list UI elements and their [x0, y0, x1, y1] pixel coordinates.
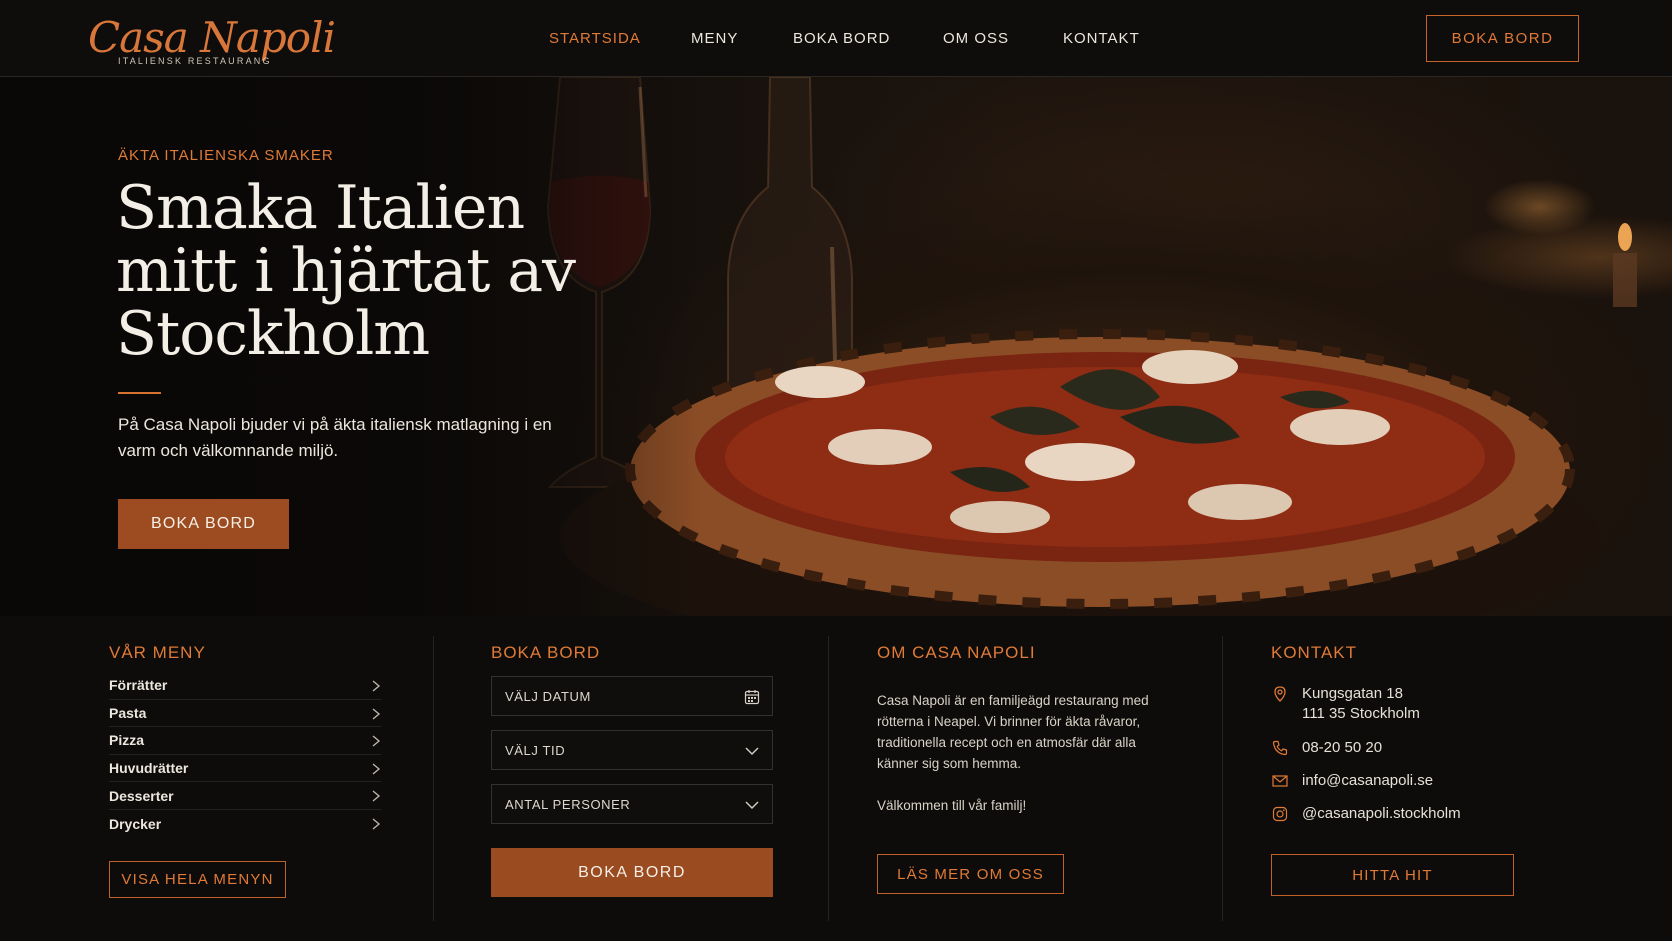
location-pin-icon: [1274, 686, 1286, 702]
info-panels: VÅR MENY Förrätter Pasta Pizza Huvudrätt…: [0, 616, 1672, 941]
hero-section: ÄKTA ITALIENSKA SMAKER Smaka Italien mit…: [0, 77, 1672, 616]
hero-title: Smaka Italien mitt i hjärtat av Stockhol…: [116, 173, 576, 369]
persons-select-label: ANTAL PERSONER: [505, 796, 631, 812]
nav-item-om-oss[interactable]: OM OSS: [943, 30, 1009, 47]
menu-item-pizza[interactable]: Pizza: [109, 727, 381, 755]
menu-item-label: Pasta: [109, 704, 147, 721]
hero-book-button[interactable]: BOKA BORD: [118, 499, 289, 549]
chevron-right-icon: [372, 790, 381, 802]
contact-address: Kungsgatan 18 111 35 Stockholm: [1272, 684, 1420, 722]
menu-item-label: Förrätter: [109, 677, 168, 694]
menu-item-forratter[interactable]: Förrätter: [109, 672, 381, 700]
menu-item-desserter[interactable]: Desserter: [109, 782, 381, 810]
nav-item-startsida[interactable]: STARTSIDA: [549, 30, 641, 47]
chevron-right-icon: [372, 763, 381, 775]
logo[interactable]: Casa Napoli ITALIENSK RESTAURANG: [88, 8, 336, 70]
address-line-1: Kungsgatan 18: [1302, 685, 1403, 702]
nav-item-boka-bord[interactable]: BOKA BORD: [793, 30, 890, 47]
date-field-label: VÄLJ DATUM: [505, 688, 591, 704]
persons-select[interactable]: ANTAL PERSONER: [491, 784, 773, 824]
nav-item-kontakt[interactable]: KONTAKT: [1063, 30, 1140, 47]
hero-kicker: ÄKTA ITALIENSKA SMAKER: [118, 147, 334, 164]
hero-divider: [118, 392, 161, 394]
menu-item-label: Pizza: [109, 732, 145, 749]
panel-divider: [828, 636, 829, 921]
logo-tagline: ITALIENSK RESTAURANG: [118, 56, 272, 66]
time-select[interactable]: VÄLJ TID: [491, 730, 773, 770]
contact-instagram[interactable]: @casanapoli.stockholm: [1272, 804, 1461, 822]
find-us-button[interactable]: HITTA HIT: [1271, 854, 1514, 896]
hero-description: På Casa Napoli bjuder vi på äkta italien…: [118, 415, 552, 460]
nav-item-meny[interactable]: MENY: [691, 30, 738, 47]
time-select-label: VÄLJ TID: [505, 742, 566, 758]
contact-phone[interactable]: 08-20 50 20: [1272, 738, 1382, 756]
about-description: Casa Napoli är en familjeägd restaurang …: [877, 693, 1149, 771]
menu-item-label: Drycker: [109, 815, 162, 832]
about-welcome: Välkommen till vår familj!: [877, 798, 1027, 813]
phone-icon: [1272, 740, 1288, 756]
chevron-right-icon: [372, 708, 381, 720]
header-book-button[interactable]: BOKA BORD: [1426, 15, 1579, 62]
instagram-icon: [1272, 806, 1288, 822]
menu-item-pasta[interactable]: Pasta: [109, 700, 381, 728]
mail-icon: [1272, 775, 1288, 787]
contact-panel-title: KONTAKT: [1271, 643, 1358, 662]
chevron-down-icon: [745, 747, 759, 755]
contact-instagram-text: @casanapoli.stockholm: [1302, 805, 1461, 822]
chevron-down-icon: [745, 801, 759, 809]
panel-divider: [1222, 636, 1223, 921]
menu-list: Förrätter Pasta Pizza Huvudrätter Desser…: [109, 672, 381, 838]
booking-panel-title: BOKA BORD: [491, 643, 601, 662]
site-header: Casa Napoli ITALIENSK RESTAURANG STARTSI…: [0, 0, 1672, 77]
chevron-right-icon: [372, 735, 381, 747]
contact-email[interactable]: info@casanapoli.se: [1272, 771, 1433, 789]
date-field[interactable]: VÄLJ DATUM: [491, 676, 773, 716]
contact-phone-text: 08-20 50 20: [1302, 739, 1383, 756]
address-line-2: 111 35 Stockholm: [1302, 705, 1420, 722]
menu-item-drycker[interactable]: Drycker: [109, 810, 381, 838]
booking-submit-button[interactable]: BOKA BORD: [491, 848, 773, 897]
candle-image: [1613, 223, 1637, 307]
chevron-right-icon: [372, 680, 381, 692]
panel-divider: [433, 636, 434, 921]
menu-panel-title: VÅR MENY: [109, 643, 206, 662]
menu-item-label: Desserter: [109, 787, 174, 804]
menu-item-huvudratter[interactable]: Huvudrätter: [109, 755, 381, 783]
view-full-menu-button[interactable]: VISA HELA MENYN: [109, 861, 286, 898]
contact-address-text: Kungsgatan 18 111 35 Stockholm: [1302, 684, 1420, 724]
menu-item-label: Huvudrätter: [109, 760, 189, 777]
contact-email-text: info@casanapoli.se: [1302, 772, 1434, 789]
chevron-right-icon: [372, 818, 381, 830]
calendar-icon: [744, 690, 760, 705]
read-more-button[interactable]: LÄS MER OM OSS: [877, 854, 1064, 894]
about-panel-title: OM CASA NAPOLI: [877, 643, 1036, 662]
